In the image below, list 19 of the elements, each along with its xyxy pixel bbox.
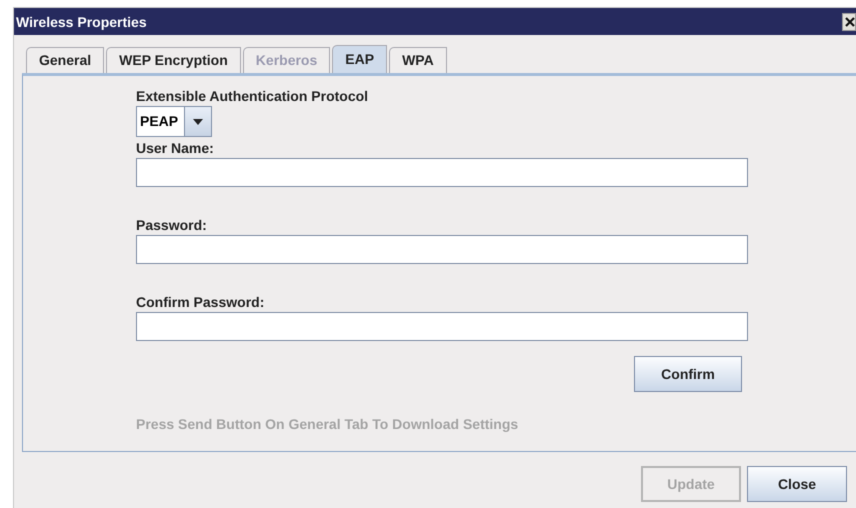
field-label: User Name: [136,140,214,156]
field-label: Confirm Password: [136,294,264,310]
caret-icon [193,118,204,124]
input-field[interactable] [136,158,748,187]
tab[interactable]: General [26,47,104,73]
tab[interactable]: WPA [389,47,447,73]
tab[interactable]: EAP [332,45,388,73]
close-dialog-button[interactable]: Close [747,466,847,502]
protocol-label: Extensible Authentication Protocol [136,88,368,104]
tab[interactable]: WEP Encryption [106,47,241,73]
input-field[interactable] [136,235,748,264]
field-label: Password: [136,217,207,233]
hint-text: Press Send Button On General Tab To Download Settings [136,416,518,432]
close-button[interactable] [842,12,856,30]
protocol-dropdown[interactable]: PEAP [136,106,212,137]
window-title: Wireless Properties [15,14,147,30]
input-field[interactable] [136,312,748,341]
confirm-button[interactable]: Confirm [634,356,742,392]
close-icon [845,16,855,26]
